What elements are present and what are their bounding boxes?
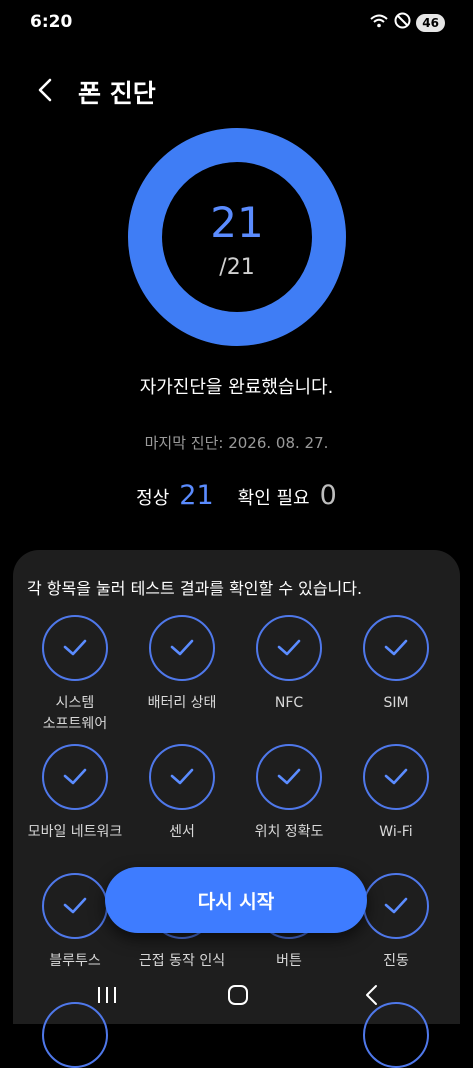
tile-sim[interactable]: SIM [341, 615, 451, 714]
tile-location-accuracy[interactable]: 위치 정확도 [234, 744, 344, 843]
status-bar: 6:20 46 [0, 0, 473, 44]
tile-label: Wi-Fi [379, 824, 413, 840]
home-icon [228, 985, 248, 1005]
completion-message: 자가진단을 완료했습니다. [139, 377, 334, 398]
chevron-left-icon [38, 78, 52, 102]
last-diagnosis-date: 마지막 진단: 2026. 08. 27. [144, 434, 329, 452]
result-summary: 정상 21 확인 필요 0 [0, 480, 473, 511]
navigation-bar [0, 968, 473, 1024]
tile-battery-status[interactable]: 배터리 상태 [127, 615, 237, 714]
check-icon [363, 615, 429, 681]
needs-check-count: 0 [319, 480, 337, 511]
battery-indicator: 46 [416, 13, 445, 32]
normal-label: 정상 [136, 488, 170, 509]
tile-label: 배터리 상태 [147, 695, 217, 711]
recents-icon [98, 987, 116, 1003]
tile-label: 시스템 소프트웨어 [42, 695, 108, 732]
restart-button[interactable]: 다시 시작 [105, 867, 367, 933]
check-icon [42, 615, 108, 681]
tile-system-software[interactable]: 시스템 소프트웨어 [20, 615, 130, 735]
status-icons: 46 [369, 12, 445, 33]
passed-count: 21 [210, 198, 264, 247]
tile-label: 센서 [169, 824, 195, 840]
do-not-disturb-icon [394, 12, 411, 33]
home-button[interactable] [218, 980, 258, 1010]
tile-label: 위치 정확도 [254, 824, 324, 840]
needs-check-label: 확인 필요 [237, 488, 310, 509]
check-icon [363, 873, 429, 939]
tile-wifi[interactable]: Wi-Fi [341, 744, 451, 843]
tile-nfc[interactable]: NFC [234, 615, 344, 714]
check-icon [42, 873, 108, 939]
tile-label: NFC [274, 695, 304, 711]
tile-sensor[interactable]: 센서 [127, 744, 237, 843]
check-icon [256, 744, 322, 810]
check-icon [42, 744, 108, 810]
check-icon [363, 744, 429, 810]
normal-count: 21 [179, 480, 214, 511]
panel-hint: 각 항목을 눌러 테스트 결과를 확인할 수 있습니다. [27, 579, 363, 598]
recents-button[interactable] [87, 980, 127, 1010]
total-count: /21 [219, 255, 255, 280]
check-icon [149, 615, 215, 681]
page-title: 폰 진단 [78, 79, 156, 108]
back-icon [366, 985, 377, 1005]
tile-label: SIM [383, 695, 409, 711]
check-icon [256, 615, 322, 681]
check-icon [149, 744, 215, 810]
header: 폰 진단 [0, 70, 473, 110]
tile-mobile-network[interactable]: 모바일 네트워크 [20, 744, 130, 843]
back-button[interactable] [32, 74, 62, 106]
status-time: 6:20 [30, 12, 73, 32]
wifi-icon [369, 13, 389, 33]
nav-back-button[interactable] [352, 980, 392, 1010]
tile-label: 모바일 네트워크 [27, 824, 123, 840]
